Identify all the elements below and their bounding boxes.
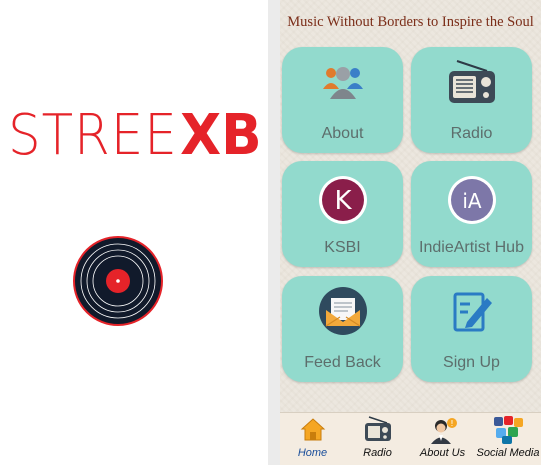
signup-pen-icon	[453, 292, 492, 332]
radio-tile[interactable]: Radio	[411, 47, 532, 153]
ksbi-logo-icon: K	[318, 176, 367, 224]
tab-label: Radio	[363, 447, 392, 459]
home-icon	[300, 418, 325, 441]
tab-label: About Us	[419, 447, 466, 459]
app-home-screen: Music Without Borders to Inspire the Sou…	[280, 0, 541, 465]
tagline: Music Without Borders to Inspire the Sou…	[287, 14, 534, 30]
tile-label: Radio	[450, 125, 493, 142]
vinyl-record-icon	[73, 236, 163, 326]
logo-text-bold: XB	[180, 102, 263, 168]
splash-screen: STREE XB	[0, 0, 268, 465]
tab-label: Social Media	[476, 447, 540, 459]
tile-label: About	[321, 125, 364, 142]
tab-label: Home	[297, 447, 328, 459]
people-icon	[322, 67, 363, 99]
about-tile[interactable]: About	[282, 47, 403, 153]
tile-label: Sign Up	[443, 354, 500, 371]
social-media-icon	[494, 416, 523, 444]
indieartist-logo-icon: iA	[447, 176, 496, 224]
indieartist-hub-tile[interactable]: iA IndieArtist Hub	[411, 161, 532, 267]
svg-text:K: K	[334, 186, 352, 216]
radio-icon	[364, 416, 391, 441]
streexb-logo: STREE XB	[8, 102, 264, 168]
tile-label: KSBI	[324, 239, 361, 256]
tile-label: Feed Back	[304, 354, 381, 371]
tile-label: IndieArtist Hub	[419, 239, 524, 256]
tab-home[interactable]: Home	[280, 413, 345, 465]
tab-about-us[interactable]: ! About Us	[410, 413, 475, 465]
envelope-icon	[318, 287, 367, 335]
radio-icon	[448, 60, 495, 103]
tab-radio[interactable]: Radio	[345, 413, 410, 465]
svg-text:iA: iA	[462, 189, 482, 213]
tab-social-media[interactable]: Social Media	[475, 413, 541, 465]
panel-divider	[268, 0, 280, 465]
signup-tile[interactable]: Sign Up	[411, 276, 532, 382]
person-info-icon: !	[430, 418, 457, 444]
bottom-tab-bar: Home Radio ! About Us Social Media	[280, 412, 541, 465]
feedback-tile[interactable]: Feed Back	[282, 276, 403, 382]
logo-text-light: STREE	[8, 102, 178, 168]
svg-text:!: !	[450, 419, 453, 428]
ksbi-tile[interactable]: K KSBI	[282, 161, 403, 267]
